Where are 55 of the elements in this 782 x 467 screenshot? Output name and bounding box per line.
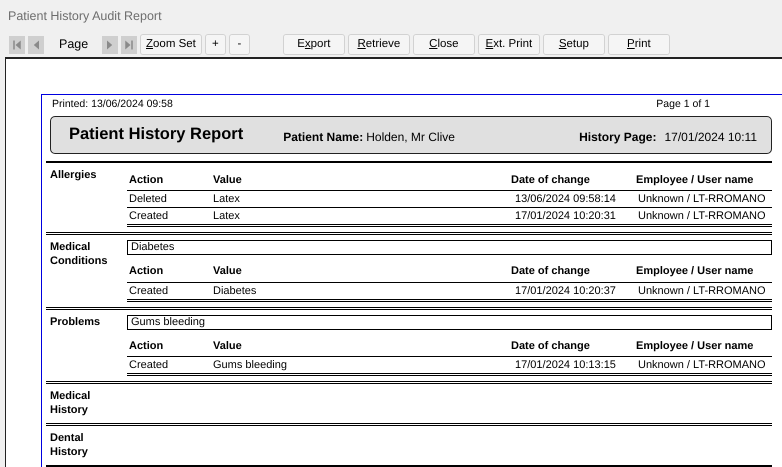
skip-back-icon: [11, 38, 23, 52]
column-header: Date of change: [509, 168, 634, 192]
table-cell: Deleted: [127, 191, 211, 208]
column-header: Employee / User name: [634, 334, 772, 358]
toolbar-button[interactable]: Setup: [542, 34, 605, 55]
history-page-label: History Page:: [579, 129, 656, 146]
history-date: 17/01/2024 10:11: [664, 129, 757, 146]
window-title: Patient History Audit Report: [7, 8, 163, 25]
table-cell: Gums bleeding: [211, 357, 509, 376]
toolbar-button[interactable]: Retrieve: [348, 34, 410, 55]
table-cell: Created: [127, 357, 211, 376]
table-cell: Unknown / LT-RROMANO: [634, 191, 772, 208]
printed-date: Printed: 13/06/2024 09:58: [52, 97, 173, 112]
table-cell: Unknown / LT-RROMANO: [634, 357, 772, 376]
patient-name-label: Patient Name:: [283, 129, 364, 146]
table-cell: 17/01/2024 10:13:15: [509, 357, 634, 376]
section-label: Allergies: [50, 168, 96, 181]
table-cell: Latex: [211, 208, 509, 228]
table-cell: Latex: [211, 191, 509, 208]
column-header: Action: [127, 168, 211, 192]
table-cell: 13/06/2024 09:58:14: [509, 191, 634, 208]
toolbar-button[interactable]: Ext. Print: [478, 34, 540, 55]
column-header: Employee / User name: [634, 259, 772, 283]
table-cell: 17/01/2024 10:20:31: [509, 208, 634, 228]
zoom-out-button[interactable]: -: [228, 34, 250, 55]
table-cell: 17/01/2024 10:20:37: [509, 282, 634, 302]
column-header: Employee / User name: [634, 168, 772, 192]
table-cell: Diabetes: [211, 282, 509, 302]
section-label: Medical History: [50, 390, 90, 416]
summary-field: Diabetes: [127, 240, 772, 256]
toolbar-button[interactable]: Close: [412, 34, 475, 55]
zoom-in-button[interactable]: +: [204, 34, 226, 55]
column-header: Value: [211, 259, 509, 283]
toolbar-button[interactable]: Export: [282, 34, 345, 55]
report-title: Patient History Report: [69, 124, 244, 146]
column-header: Date of change: [509, 259, 634, 283]
page-label: Page: [58, 36, 90, 54]
table-cell: Created: [127, 208, 211, 228]
column-header: Value: [211, 334, 509, 358]
table-cell: Unknown / LT-RROMANO: [634, 208, 772, 228]
column-header: Value: [211, 168, 509, 192]
summary-field: Gums bleeding: [127, 314, 772, 330]
table-cell: Unknown / LT-RROMANO: [634, 282, 772, 302]
table-cell: Created: [127, 282, 211, 302]
patient-name: Holden, Mr Clive: [366, 129, 455, 146]
column-header: Action: [127, 334, 211, 358]
page-number: Page 1 of 1: [656, 97, 710, 112]
column-header: Action: [127, 259, 211, 283]
zoom-set-button[interactable]: Zoom Set: [140, 34, 202, 55]
column-header: Date of change: [509, 334, 634, 358]
section-label: Dental History: [50, 432, 88, 458]
section-label: Medical Conditions: [50, 241, 108, 268]
skip-forward-icon: [123, 38, 135, 52]
toolbar-button[interactable]: Print: [608, 34, 670, 55]
section-label: Problems: [50, 316, 100, 328]
